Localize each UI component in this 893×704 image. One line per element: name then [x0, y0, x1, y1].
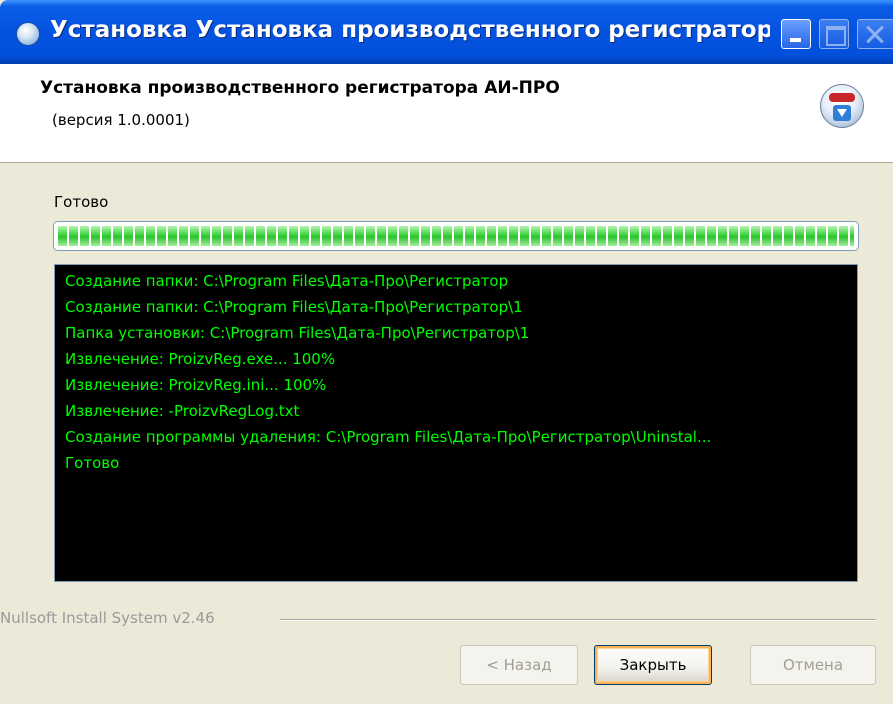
log-line: Создание программы удаления: C:\Program …	[65, 428, 712, 446]
header-version: (версия 1.0.0001)	[52, 111, 190, 129]
minimize-button[interactable]	[781, 19, 811, 49]
installer-window: Установка Установка производственного ре…	[0, 0, 893, 704]
separator-rule	[280, 619, 876, 621]
log-line: Создание папки: C:\Program Files\Дата-Пр…	[65, 298, 523, 316]
install-log[interactable]: Создание папки: C:\Program Files\Дата-Пр…	[54, 264, 858, 582]
close-window-button	[857, 19, 893, 49]
log-line: Извлечение: ProizvReg.ini... 100%	[65, 376, 327, 394]
nsis-installer-icon	[820, 84, 864, 128]
logo-badge	[829, 93, 855, 102]
brand-separator: Nullsoft Install System v2.46	[0, 609, 876, 629]
header-title: Установка производственного регистратора…	[40, 78, 560, 98]
cancel-button[interactable]: Отмена	[750, 645, 876, 685]
app-icon	[16, 22, 40, 46]
log-line: Папка установки: C:\Program Files\Дата-П…	[65, 324, 530, 342]
status-label: Готово	[54, 193, 109, 211]
brand-text: Nullsoft Install System v2.46	[0, 609, 221, 627]
progress-bar	[53, 221, 859, 251]
close-button[interactable]: Закрыть	[594, 645, 712, 685]
download-arrow-icon	[833, 105, 851, 121]
maximize-button	[819, 19, 849, 49]
installer-header: Установка производственного регистратора…	[0, 64, 893, 163]
window-title: Установка Установка производственного ре…	[50, 17, 770, 43]
progress-fill	[58, 226, 854, 246]
back-button[interactable]: < Назад	[460, 645, 578, 685]
log-line: Создание папки: C:\Program Files\Дата-Пр…	[65, 272, 509, 290]
log-line: Готово	[65, 454, 120, 472]
log-line: Извлечение: -ProizvRegLog.txt	[65, 402, 300, 420]
log-line: Извлечение: ProizvReg.exe... 100%	[65, 350, 336, 368]
title-bar[interactable]: Установка Установка производственного ре…	[0, 0, 893, 64]
